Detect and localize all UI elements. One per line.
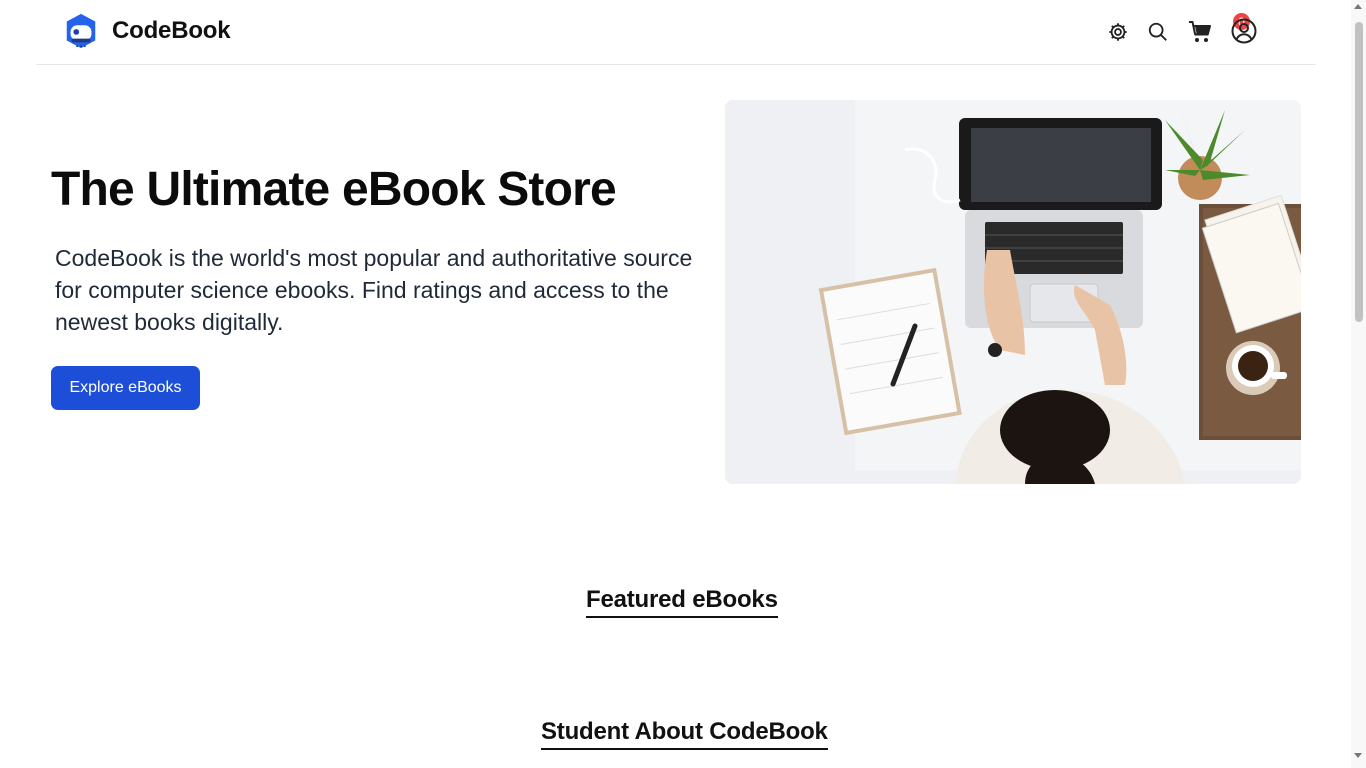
student-about-codebook-heading: Student About CodeBook: [541, 718, 828, 750]
explore-ebooks-button[interactable]: Explore eBooks: [51, 366, 200, 410]
hero-image: [725, 100, 1301, 484]
featured-ebooks-heading: Featured eBooks: [586, 586, 778, 618]
cart-icon[interactable]: [1188, 20, 1212, 44]
scroll-up-icon[interactable]: [1354, 4, 1362, 9]
hero-title: The Ultimate eBook Store: [51, 163, 617, 216]
gear-icon[interactable]: [1106, 20, 1130, 44]
robot-logo-icon: [66, 13, 96, 49]
page-scrollbar[interactable]: [1351, 0, 1366, 768]
brand-link[interactable]: CodeBook: [62, 12, 231, 50]
user-icon[interactable]: [1231, 18, 1257, 44]
search-icon[interactable]: [1146, 20, 1170, 44]
brand-name: CodeBook: [112, 17, 231, 44]
scroll-thumb[interactable]: [1355, 22, 1363, 322]
scroll-down-icon[interactable]: [1354, 753, 1362, 758]
hero-description: CodeBook is the world's most popular and…: [55, 245, 693, 335]
